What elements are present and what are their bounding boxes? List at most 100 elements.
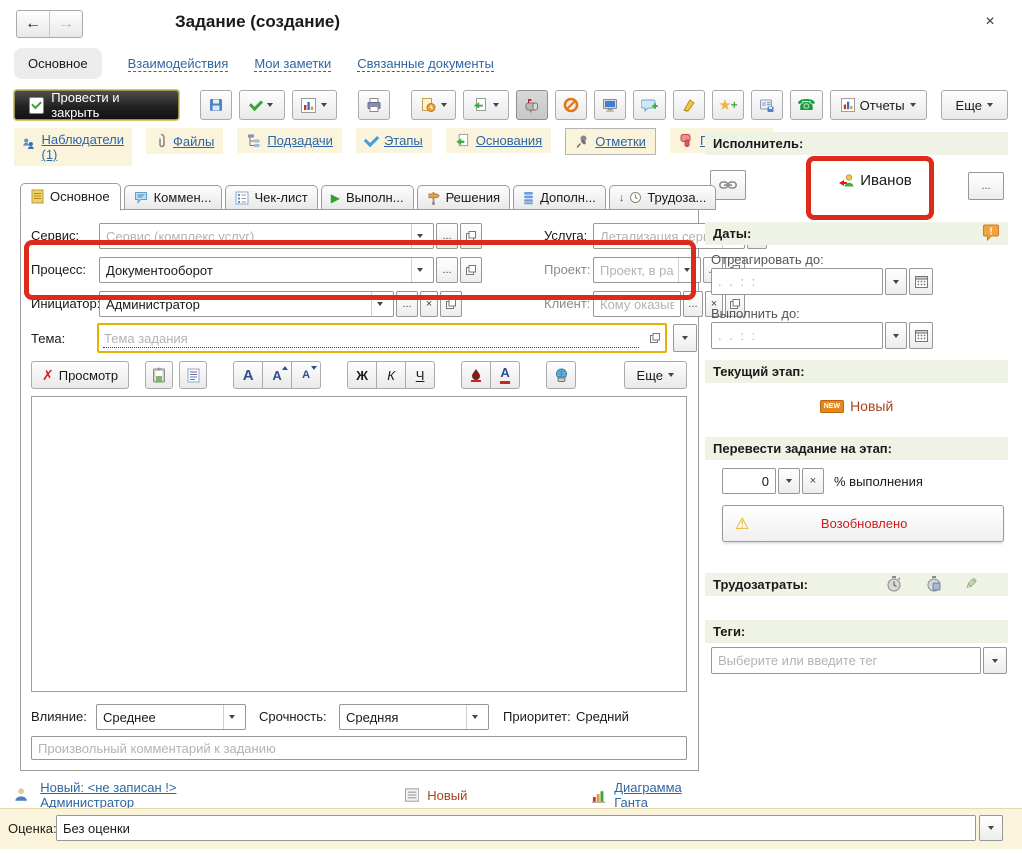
tab-additional[interactable]: Дополн... (513, 185, 606, 210)
create-based-on-button[interactable] (463, 90, 508, 120)
open-form-icon[interactable] (650, 333, 660, 343)
contact-card-button[interactable] (751, 90, 783, 120)
resumed-button[interactable]: ⚠ Возобновлено (722, 505, 1004, 542)
process-choose-button[interactable]: ... (436, 257, 458, 283)
service-input[interactable]: Сервис (комплекс услуг) (99, 223, 434, 249)
marks-link[interactable]: Отметки (565, 128, 656, 155)
initiator-clear-button[interactable]: × (420, 291, 438, 317)
stopwatch-start-icon[interactable] (885, 575, 903, 593)
description-editor[interactable] (31, 396, 687, 692)
stages-link[interactable]: Этапы (356, 128, 432, 153)
stopwatch-save-icon[interactable] (925, 575, 943, 593)
stop-button[interactable] (555, 90, 587, 120)
dates-comment-icon[interactable]: ! (982, 223, 1000, 241)
rating-dropdown-button[interactable] (979, 815, 1003, 841)
subtasks-link[interactable]: Подзадачи (237, 128, 342, 153)
initiator-open-button[interactable] (440, 291, 462, 317)
italic-button[interactable]: К (376, 361, 406, 389)
percent-input[interactable]: 0 (722, 468, 776, 494)
close-button[interactable]: × (978, 10, 1002, 34)
monitor-button[interactable] (594, 90, 626, 120)
current-stage-value-row[interactable]: NEW Новый (705, 398, 1008, 414)
service-choose-button[interactable]: ... (436, 223, 458, 249)
subject-history-button[interactable] (673, 324, 697, 352)
tab-decisions[interactable]: Решения (417, 185, 510, 210)
client-choose-button[interactable]: ... (683, 291, 703, 317)
font-increase-button[interactable]: А (262, 361, 292, 389)
record-state-link[interactable]: Новый: <не записан !> Администратор (40, 780, 262, 810)
insert-link-button[interactable] (546, 361, 576, 389)
preview-button[interactable]: ✗ Просмотр (31, 361, 129, 389)
fill-color-button[interactable] (461, 361, 491, 389)
dropdown-arrow-icon[interactable] (466, 705, 482, 729)
gantt-link[interactable]: Диаграмма Ганта (614, 780, 714, 810)
initiator-choose-button[interactable]: ... (396, 291, 418, 317)
service-open-button[interactable] (460, 223, 482, 249)
report-card-button[interactable] (292, 90, 337, 120)
impact-value: Среднее (103, 710, 219, 725)
reports-button[interactable]: Отчеты (830, 90, 927, 120)
rating-input[interactable]: Без оценки (56, 815, 976, 841)
percent-clear-button[interactable]: × (802, 468, 824, 494)
react-until-input[interactable]: . . : : (711, 268, 883, 295)
font-button[interactable]: А (233, 361, 263, 389)
bold-button[interactable]: Ж (347, 361, 377, 389)
client-input[interactable]: Кому оказываем услугу по ... (593, 291, 681, 317)
highlight-button[interactable] (673, 90, 705, 120)
grounds-link[interactable]: Основания (446, 128, 552, 153)
text-format-button[interactable] (179, 361, 207, 389)
complete-until-dropdown-button[interactable] (885, 322, 907, 349)
executor-choose-button[interactable]: ... (968, 172, 1004, 200)
underline-button[interactable]: Ч (405, 361, 435, 389)
post-and-close-button[interactable]: Провести и закрыть (14, 90, 179, 120)
project-input[interactable]: Проект, в рамках которого с... (593, 257, 701, 283)
favorite-button[interactable]: ★+ (712, 90, 744, 120)
dropdown-arrow-icon[interactable] (411, 224, 427, 248)
paste-button[interactable] (145, 361, 173, 389)
nav-tab-main[interactable]: Основное (14, 48, 102, 79)
mailbox-button[interactable] (516, 90, 548, 120)
complete-until-calendar-button[interactable] (909, 322, 933, 349)
schedule-button[interactable] (411, 90, 456, 120)
percent-dropdown-button[interactable] (778, 468, 800, 494)
editor-more-button[interactable]: Еще (624, 361, 687, 389)
print-button[interactable] (358, 90, 390, 120)
dropdown-arrow-icon[interactable] (223, 705, 239, 729)
react-until-calendar-button[interactable] (909, 268, 933, 295)
tags-dropdown-button[interactable] (983, 647, 1007, 674)
process-open-button[interactable] (460, 257, 482, 283)
forward-button[interactable]: → (50, 11, 82, 37)
observers-link[interactable]: Наблюдатели(1) (14, 128, 132, 166)
tags-input[interactable]: Выберите или введите тег (711, 647, 981, 674)
dropdown-arrow-icon[interactable] (411, 258, 427, 282)
process-input[interactable]: Документооборот (99, 257, 434, 283)
initiator-input[interactable]: Администратор (99, 291, 394, 317)
discussion-button[interactable] (633, 90, 665, 120)
react-until-dropdown-button[interactable] (885, 268, 907, 295)
impact-select[interactable]: Среднее (96, 704, 246, 730)
nav-tab-linked-docs[interactable]: Связанные документы (357, 56, 494, 72)
save-button[interactable] (200, 90, 232, 120)
more-button[interactable]: Еще (941, 90, 1008, 120)
tab-execution[interactable]: ▶ Выполн... (321, 185, 414, 210)
subject-input[interactable]: Тема задания (97, 323, 667, 353)
executor-value-box[interactable]: Иванов (815, 172, 935, 189)
dropdown-arrow-icon[interactable] (678, 258, 694, 282)
nav-tab-notes[interactable]: Мои заметки (254, 56, 331, 72)
tab-comments[interactable]: Коммен... (124, 185, 222, 210)
tab-checklist[interactable]: Чек-лист (225, 185, 318, 210)
tab-main[interactable]: Основное (20, 183, 121, 211)
nav-tab-interactions[interactable]: Взаимодействия (128, 56, 229, 72)
edit-pencil-icon[interactable]: ✎ (965, 575, 978, 593)
phone-button[interactable]: ☎ (790, 90, 822, 120)
font-decrease-button[interactable]: А (291, 361, 321, 389)
dropdown-arrow-icon[interactable] (371, 292, 387, 316)
complete-until-input[interactable]: . . : : (711, 322, 883, 349)
complete-button[interactable] (239, 90, 284, 120)
back-button[interactable]: ← (17, 11, 50, 37)
files-link[interactable]: Файлы (146, 128, 223, 154)
font-color-button[interactable]: А (490, 361, 520, 389)
urgency-select[interactable]: Средняя (339, 704, 489, 730)
comment-input[interactable]: Произвольный комментарий к заданию (31, 736, 687, 760)
tab-labor[interactable]: ↓ Трудоза... (609, 185, 717, 210)
